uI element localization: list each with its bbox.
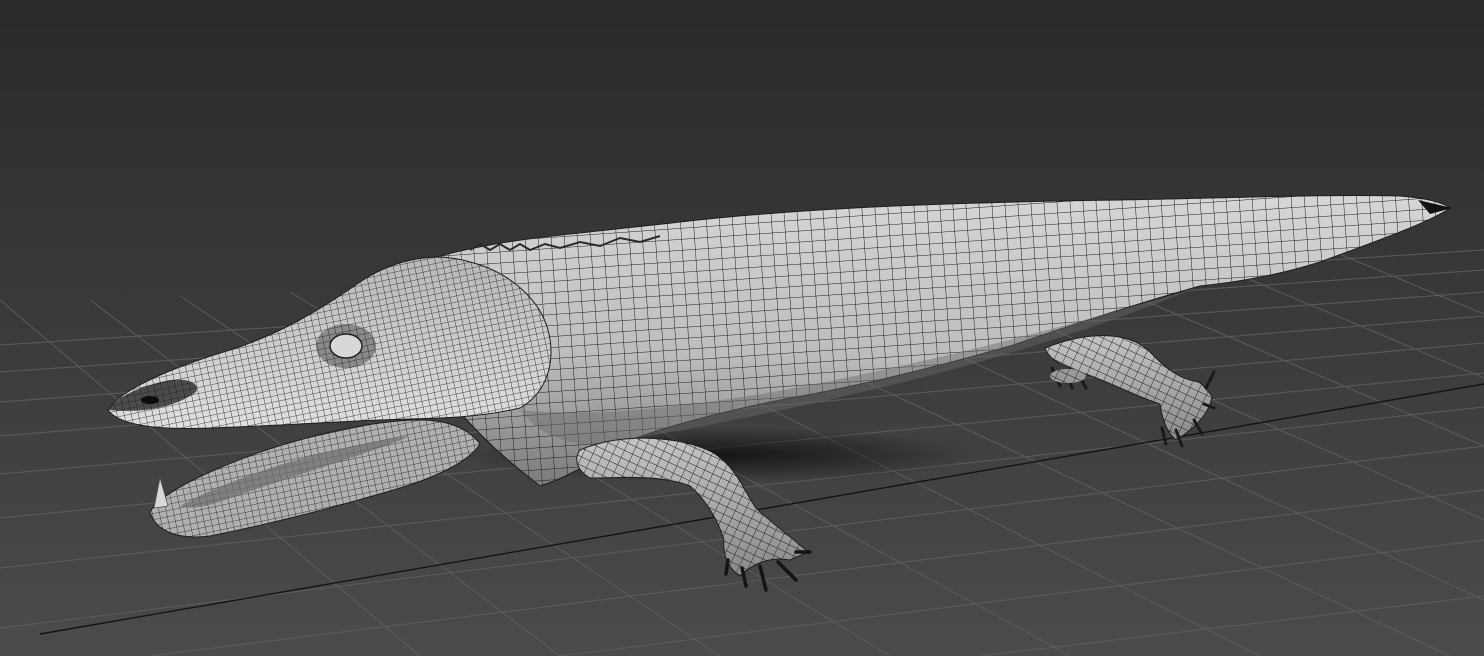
nostril (141, 396, 159, 404)
3d-viewport[interactable] (0, 0, 1484, 656)
eye (329, 333, 363, 359)
viewport-canvas[interactable] (0, 0, 1484, 656)
